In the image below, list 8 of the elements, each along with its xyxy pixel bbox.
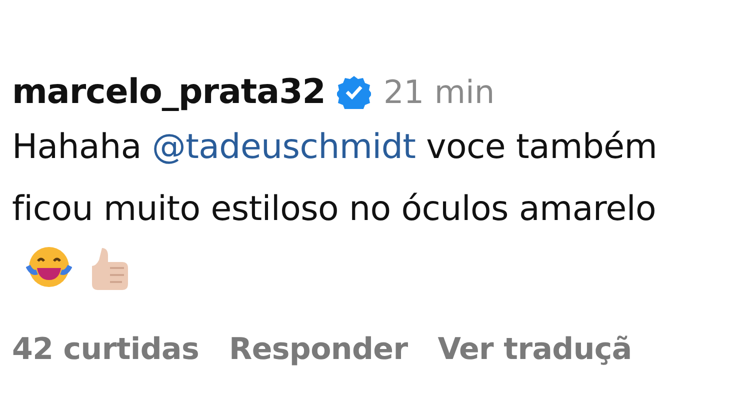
comment-text: Hahaha @tadeuschmidt voce também ficou muito estiloso no óculos amarelo (12, 116, 722, 302)
comment-time: 21 min (383, 73, 495, 111)
action-link[interactable]: Ver traduçã (438, 332, 632, 367)
action-link[interactable]: Responder (229, 332, 408, 367)
likes-count: 42 curtidas (12, 332, 200, 367)
username[interactable]: marcelo_prata32 (12, 72, 326, 112)
laughing-face-icon (26, 244, 72, 290)
mention-link[interactable]: @tadeuschmidt (152, 127, 416, 167)
